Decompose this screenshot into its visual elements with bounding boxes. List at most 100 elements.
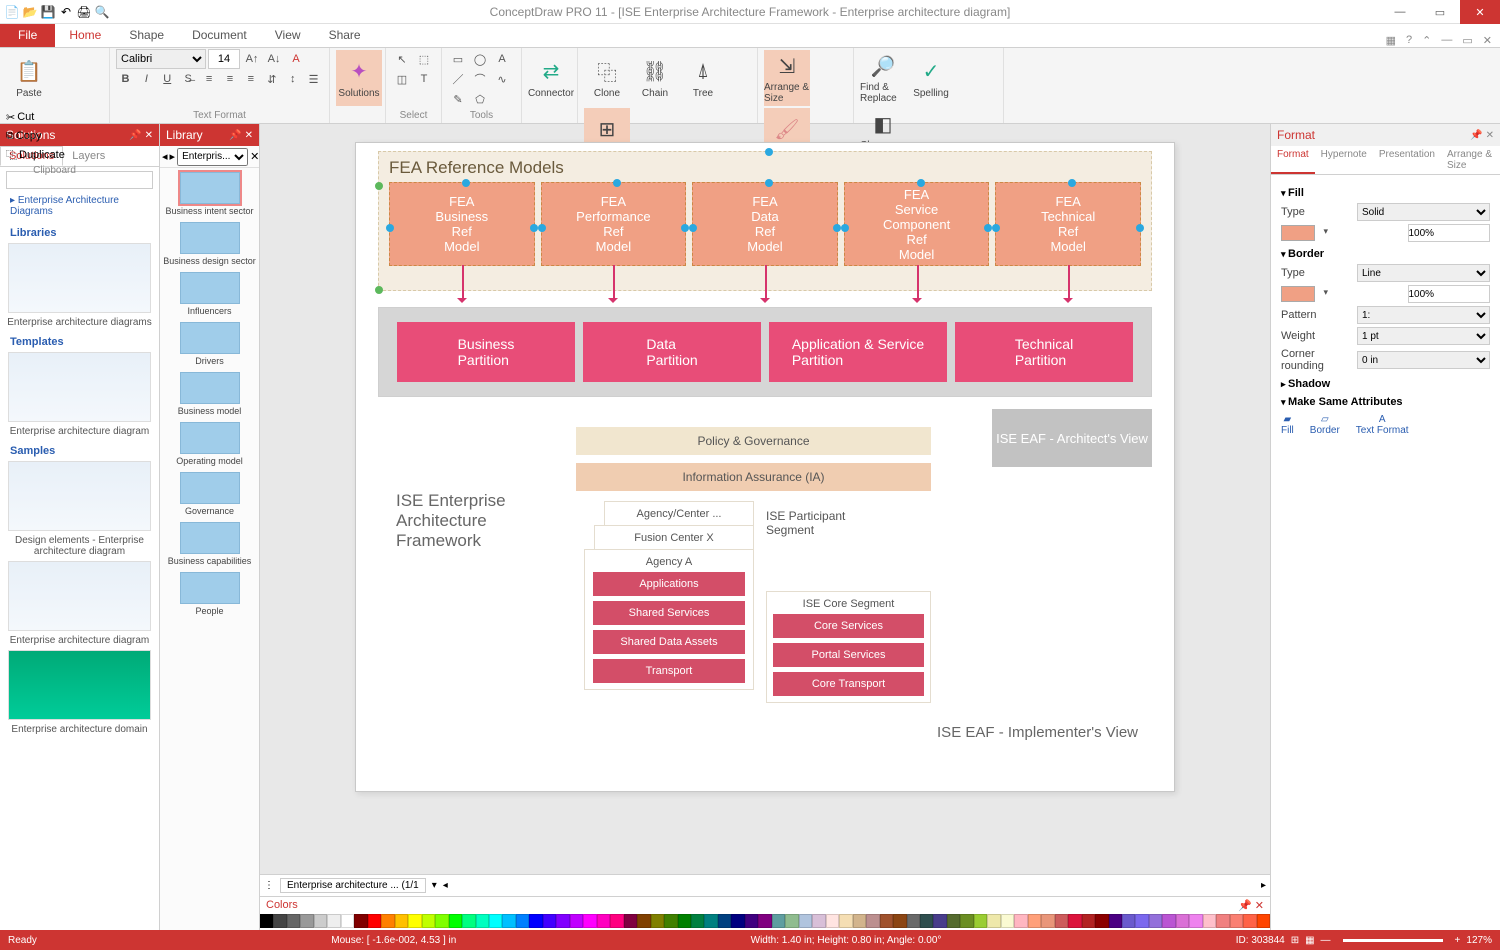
color-swatch[interactable] — [785, 914, 798, 928]
color-swatch[interactable] — [826, 914, 839, 928]
color-swatch[interactable] — [987, 914, 1000, 928]
corner-select[interactable]: 0 in — [1357, 351, 1490, 369]
color-swatch[interactable] — [853, 914, 866, 928]
duplicate-button[interactable]: ⿻ Duplicate — [6, 146, 65, 164]
border-type-select[interactable]: Line — [1357, 264, 1490, 282]
close-icon[interactable]: ✕ — [1255, 900, 1264, 912]
library-item[interactable]: Governance — [162, 472, 257, 516]
cut-button[interactable]: ✂ Cut — [6, 108, 65, 126]
color-swatch[interactable] — [341, 914, 354, 928]
italic-icon[interactable]: I — [137, 70, 156, 88]
color-swatch[interactable] — [489, 914, 502, 928]
section-border[interactable]: Border — [1281, 248, 1490, 260]
color-swatch[interactable] — [933, 914, 946, 928]
solutions-button[interactable]: ✦Solutions — [336, 50, 382, 106]
color-swatch[interactable] — [476, 914, 489, 928]
page-tab-dropdown-icon[interactable]: ▾ — [432, 880, 437, 891]
color-swatch[interactable] — [1082, 914, 1095, 928]
color-swatch[interactable] — [1203, 914, 1216, 928]
fea-section[interactable]: FEA Reference Models FEABusinessRefModel… — [378, 151, 1152, 291]
subwin-close-icon[interactable]: ✕ — [1483, 34, 1492, 47]
color-swatch[interactable] — [597, 914, 610, 928]
segment-item[interactable]: Shared Services — [593, 601, 745, 625]
color-swatch[interactable] — [381, 914, 394, 928]
color-swatch[interactable] — [1243, 914, 1256, 928]
fea-ref-model-box[interactable]: FEAPerformanceRefModel — [541, 182, 687, 266]
color-swatch[interactable] — [583, 914, 596, 928]
color-swatch[interactable] — [1122, 914, 1135, 928]
library-item[interactable]: People — [162, 572, 257, 616]
diagram-page[interactable]: FEA Reference Models FEABusinessRefModel… — [355, 142, 1175, 792]
text-tool-icon[interactable]: T — [414, 70, 434, 88]
color-swatch[interactable] — [1068, 914, 1081, 928]
color-swatch[interactable] — [1095, 914, 1108, 928]
canvas-viewport[interactable]: FEA Reference Models FEABusinessRefModel… — [260, 124, 1270, 874]
fmt-tab-hypernote[interactable]: Hypernote — [1315, 146, 1373, 174]
core-item[interactable]: Core Services — [773, 614, 924, 638]
same-border-button[interactable]: ▱Border — [1310, 414, 1340, 436]
color-swatch[interactable] — [1135, 914, 1148, 928]
fmt-tab-presentation[interactable]: Presentation — [1373, 146, 1441, 174]
segment-stack[interactable]: Agency/Center ... Fusion Center X Agency… — [584, 503, 754, 690]
tree-root[interactable]: ▸ Enterprise Architecture Diagrams — [4, 193, 155, 219]
fill-color-chip[interactable] — [1281, 225, 1315, 241]
policy-governance-box[interactable]: Policy & Governance — [576, 427, 931, 455]
increase-font-icon[interactable]: A↑ — [242, 50, 262, 68]
color-swatch[interactable] — [570, 914, 583, 928]
fill-opacity-input[interactable] — [1408, 224, 1491, 242]
color-swatch[interactable] — [314, 914, 327, 928]
page-tab[interactable]: Enterprise architecture ... (1/1 — [280, 878, 426, 893]
color-swatch[interactable] — [1109, 914, 1122, 928]
color-swatch[interactable] — [624, 914, 637, 928]
smp-thumb-1[interactable] — [8, 461, 151, 531]
clone-button[interactable]: ⿻Clone — [584, 50, 630, 106]
tab-shape[interactable]: Shape — [115, 23, 178, 47]
polygon-tool-icon[interactable]: ⬠ — [470, 90, 490, 108]
fmt-tab-format[interactable]: Format — [1271, 146, 1315, 174]
line-tool-icon[interactable]: ／ — [448, 70, 468, 88]
color-swatch[interactable] — [327, 914, 340, 928]
library-item[interactable]: Business intent sector — [162, 172, 257, 216]
pin-icon[interactable]: 📌 — [1238, 900, 1252, 912]
find-replace-button[interactable]: 🔎Find & Replace — [860, 50, 906, 106]
segment-item[interactable]: Shared Data Assets — [593, 630, 745, 654]
color-swatch[interactable] — [812, 914, 825, 928]
lib-thumb[interactable] — [8, 243, 151, 313]
color-swatch[interactable] — [1055, 914, 1068, 928]
library-item[interactable]: Operating model — [162, 422, 257, 466]
color-swatch[interactable] — [920, 914, 933, 928]
color-swatch[interactable] — [678, 914, 691, 928]
color-swatch[interactable] — [529, 914, 542, 928]
cat-libraries[interactable]: Libraries — [10, 227, 155, 239]
same-textformat-button[interactable]: AText Format — [1356, 414, 1409, 436]
color-swatches[interactable] — [260, 914, 1270, 930]
color-swatch[interactable] — [1230, 914, 1243, 928]
partition-box[interactable]: TechnicalPartition — [955, 322, 1133, 382]
color-swatch[interactable] — [368, 914, 381, 928]
collapse-ribbon-icon[interactable]: ⌃ — [1422, 34, 1431, 47]
color-swatch[interactable] — [435, 914, 448, 928]
tab-document[interactable]: Document — [178, 23, 261, 47]
open-icon[interactable]: 📂 — [22, 4, 38, 20]
print-icon[interactable]: 🖨 — [76, 4, 92, 20]
color-swatch[interactable] — [1189, 914, 1202, 928]
color-swatch[interactable] — [1028, 914, 1041, 928]
color-swatch[interactable] — [745, 914, 758, 928]
color-swatch[interactable] — [354, 914, 367, 928]
pencil-tool-icon[interactable]: ✎ — [448, 90, 468, 108]
color-swatch[interactable] — [866, 914, 879, 928]
arrange-size-button[interactable]: ⇲Arrange & Size — [764, 50, 810, 106]
smp-thumb-3[interactable] — [8, 650, 151, 720]
color-swatch[interactable] — [449, 914, 462, 928]
color-swatch[interactable] — [1001, 914, 1014, 928]
tpl-thumb[interactable] — [8, 352, 151, 422]
color-swatch[interactable] — [718, 914, 731, 928]
core-segment-block[interactable]: ISE Core Segment Core ServicesPortal Ser… — [766, 591, 931, 703]
tab-home[interactable]: Home — [55, 23, 115, 47]
color-swatch[interactable] — [1014, 914, 1027, 928]
color-swatch[interactable] — [273, 914, 286, 928]
color-swatch[interactable] — [893, 914, 906, 928]
bold-icon[interactable]: B — [116, 70, 135, 88]
subwin-min-icon[interactable]: — — [1441, 34, 1452, 47]
fea-ref-model-box[interactable]: FEABusinessRefModel — [389, 182, 535, 266]
